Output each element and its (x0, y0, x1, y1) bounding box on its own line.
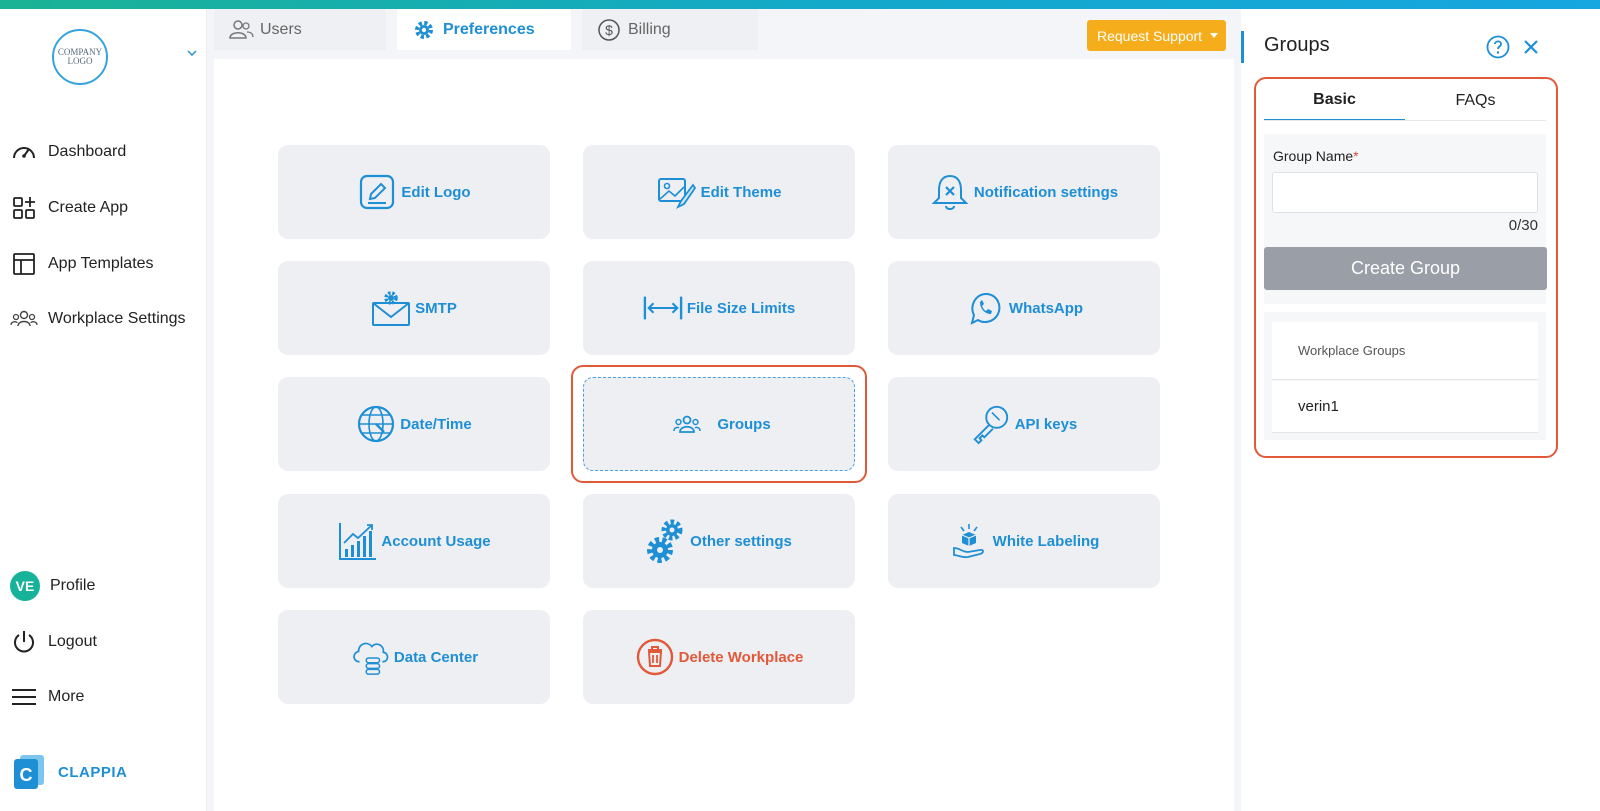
gauge-icon (10, 138, 38, 166)
panel-accent-bar (1241, 31, 1244, 63)
globe-clock-icon (356, 404, 396, 444)
arrows-horizontal-icon (643, 288, 683, 328)
edit-icon (357, 172, 397, 212)
tab-faqs[interactable]: FAQs (1405, 81, 1546, 121)
chart-up-icon (337, 521, 377, 561)
sidebar-item-logout[interactable]: Logout (10, 627, 97, 657)
chevron-down-icon[interactable] (186, 47, 198, 59)
workplace-groups-header: Workplace Groups (1272, 322, 1538, 380)
file-size-limits-card[interactable]: File Size Limits (583, 261, 855, 355)
sidebar-item-app-templates[interactable]: App Templates (10, 249, 154, 279)
grid-plus-icon (10, 194, 38, 222)
notification-settings-card[interactable]: Notification settings (888, 145, 1160, 239)
list-item[interactable]: verin1 (1272, 381, 1538, 433)
sidebar-item-create-app[interactable]: Create App (10, 193, 128, 223)
request-support-button[interactable]: Request Support (1087, 20, 1226, 51)
bell-icon (930, 172, 970, 212)
data-center-card[interactable]: Data Center (278, 610, 550, 704)
people-icon (10, 305, 38, 333)
group-icon (667, 404, 707, 444)
tab-basic[interactable]: Basic (1264, 81, 1405, 121)
sidebar-item-workplace-settings[interactable]: Workplace Settings (10, 304, 186, 334)
api-keys-card[interactable]: API keys (888, 377, 1160, 471)
image-brush-icon (657, 172, 697, 212)
delete-workplace-card[interactable]: Delete Workplace (583, 610, 855, 704)
whatsapp-card[interactable]: WhatsApp (888, 261, 1160, 355)
edit-theme-card[interactable]: Edit Theme (583, 145, 855, 239)
clappia-logo-icon: C (14, 755, 46, 789)
whatsapp-icon (965, 288, 1005, 328)
avatar: VE (10, 571, 40, 601)
tab-preferences[interactable]: Preferences (397, 9, 571, 50)
tab-label: Billing (628, 20, 671, 38)
panel-title: Groups (1264, 34, 1330, 56)
date-time-card[interactable]: Date/Time (278, 377, 550, 471)
tab-label: Preferences (443, 20, 535, 38)
trash-icon (635, 637, 675, 677)
gears-icon (646, 519, 686, 563)
svg-text:$: $ (605, 22, 613, 38)
sidebar: COMPANY LOGO Dashboard Create App App Te… (0, 9, 207, 811)
tab-billing[interactable]: $ Billing (582, 9, 758, 50)
sidebar-item-more[interactable]: More (10, 682, 84, 712)
layout-icon (10, 250, 38, 278)
brand-logo[interactable]: C CLAPPIA (14, 755, 127, 789)
character-counter: 0/30 (1508, 217, 1538, 234)
tabs-divider (1264, 120, 1546, 121)
close-icon[interactable] (1522, 38, 1540, 56)
hamburger-icon (10, 683, 38, 711)
caret-down-icon (1210, 33, 1219, 38)
key-icon (971, 404, 1011, 445)
sidebar-item-label: App Templates (48, 255, 154, 272)
sidebar-item-label: Profile (50, 577, 96, 594)
group-name-label: Group Name* (1273, 148, 1359, 164)
account-usage-card[interactable]: Account Usage (278, 494, 550, 588)
white-labeling-card[interactable]: White Labeling (888, 494, 1160, 588)
sidebar-item-dashboard[interactable]: Dashboard (10, 137, 126, 167)
white-label-icon (949, 521, 989, 561)
tab-label: Users (260, 20, 302, 38)
company-logo[interactable]: COMPANY LOGO (52, 29, 108, 85)
top-gradient-bar (0, 0, 1600, 9)
groups-card[interactable]: Groups (583, 377, 855, 471)
cloud-database-icon (350, 637, 390, 677)
sidebar-item-label: More (48, 688, 85, 705)
svg-text:C: C (20, 765, 33, 785)
group-name-input[interactable] (1272, 172, 1538, 213)
sidebar-item-label: Dashboard (48, 143, 127, 160)
help-icon[interactable] (1486, 35, 1510, 59)
brand-name: CLAPPIA (58, 763, 128, 781)
sidebar-item-profile[interactable]: VE Profile (10, 571, 95, 601)
tab-users[interactable]: Users (214, 9, 386, 50)
other-settings-card[interactable]: Other settings (583, 494, 855, 588)
dollar-icon: $ (596, 17, 622, 43)
power-icon (10, 628, 38, 656)
smtp-card[interactable]: SMTP (278, 261, 550, 355)
mail-gear-icon (371, 288, 411, 328)
sidebar-item-label: Workplace Settings (48, 310, 186, 327)
required-mark: * (1353, 148, 1359, 164)
edit-logo-card[interactable]: Edit Logo (278, 145, 550, 239)
sidebar-item-label: Logout (48, 633, 97, 650)
users-icon (228, 17, 254, 43)
sidebar-item-label: Create App (48, 199, 129, 216)
create-group-button[interactable]: Create Group (1264, 247, 1547, 290)
gear-icon (411, 17, 437, 43)
